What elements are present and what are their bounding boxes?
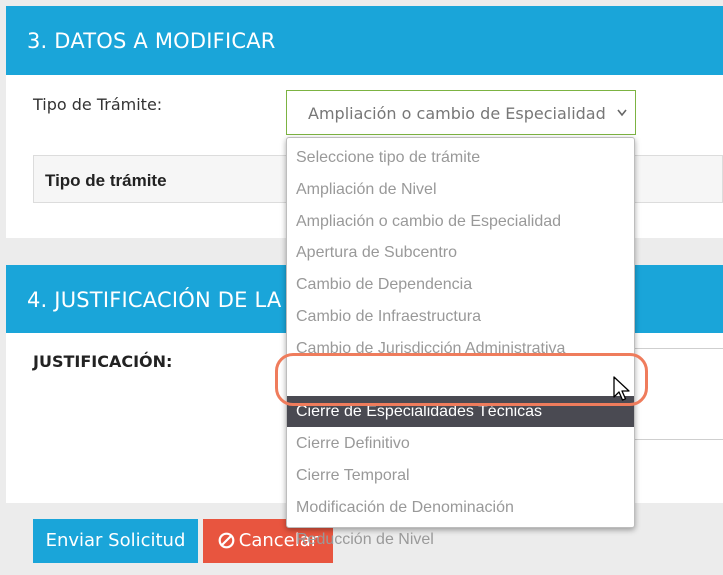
dropdown-option[interactable]: Cambio de Infraestructura [287,301,634,332]
select-value: Ampliación o cambio de Especialidad [308,104,606,123]
send-button-label: Enviar Solicitud [45,530,186,551]
tipo-tramite-select[interactable]: Ampliación o cambio de Especialidad [286,90,636,135]
tipo-tramite-label: Tipo de Trámite: [33,95,163,114]
section-4-title: 4. JUSTIFICACIÓN DE LA [27,288,282,312]
dropdown-option[interactable]: Apertura de Subcentro [287,237,634,268]
dropdown-option[interactable]: Cierre Definitivo [287,428,634,459]
section-3-title: 3. DATOS A MODIFICAR [27,29,276,53]
section-3-header: 3. DATOS A MODIFICAR [6,6,723,75]
dropdown-option[interactable]: Seleccione tipo de trámite [287,142,634,173]
table-header-tipo: Tipo de trámite [45,171,167,190]
selection-highlight-ring [275,353,648,406]
dropdown-option[interactable]: Reducción de Nivel [287,524,634,555]
dropdown-option[interactable]: Ampliación o cambio de Especialidad [287,206,634,237]
dropdown-option[interactable]: Ampliación de Nivel [287,174,634,205]
send-request-button[interactable]: Enviar Solicitud [33,519,198,563]
mouse-pointer-icon [612,375,634,410]
dropdown-option[interactable]: Cambio de Dependencia [287,269,634,300]
tipo-tramite-dropdown[interactable]: Seleccione tipo de trámite Ampliación de … [286,137,635,548]
dropdown-option[interactable]: Modificación de Denominación [287,492,634,523]
dropdown-option[interactable]: Cierre Temporal [287,460,634,491]
ban-icon [218,522,235,566]
justificacion-label: JUSTIFICACIÓN: [33,352,173,371]
